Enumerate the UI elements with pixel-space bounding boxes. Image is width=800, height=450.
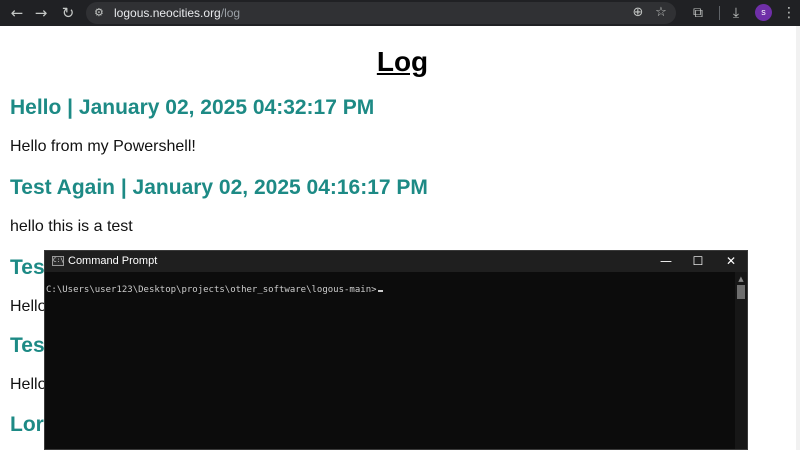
entry-body: Hello: [10, 376, 47, 393]
scroll-thumb[interactable]: [737, 285, 745, 299]
terminal-icon: C:\: [52, 256, 64, 266]
cmd-console[interactable]: C:\Users\user123\Desktop\projects\other_…: [45, 272, 735, 449]
page-title: Log: [376, 46, 429, 77]
url-text[interactable]: logous.neocities.org/log: [114, 2, 240, 24]
back-button[interactable]: ←: [7, 3, 27, 23]
forward-button[interactable]: →: [31, 3, 51, 23]
download-icon[interactable]: ⤓: [726, 3, 746, 23]
entry-heading: Hello | January 02, 2025 04:32:17 PM: [10, 96, 375, 119]
site-info-icon[interactable]: ⚙: [94, 5, 108, 21]
extensions-icon[interactable]: ⧉: [688, 3, 708, 23]
profile-avatar[interactable]: s: [755, 4, 772, 21]
entry-body: hello this is a test: [10, 218, 133, 235]
entry-heading: Tes: [10, 256, 45, 279]
menu-icon[interactable]: ⋮: [779, 3, 799, 23]
cmd-prompt: C:\Users\user123\Desktop\projects\other_…: [46, 285, 377, 295]
zoom-icon[interactable]: ⊕: [630, 5, 646, 21]
page-scrollbar[interactable]: [796, 26, 800, 450]
text-cursor: [377, 290, 383, 292]
url-path: /log: [220, 6, 241, 20]
maximize-button[interactable]: ☐: [682, 251, 714, 272]
command-prompt-window[interactable]: C:\ Command Prompt — ☐ ✕ C:\Users\user12…: [44, 250, 748, 450]
toolbar-divider: [719, 6, 720, 20]
url-host: logous.neocities.org: [114, 6, 221, 20]
entry-body: Hello: [10, 298, 47, 315]
entry-heading: Tes: [10, 334, 45, 357]
reload-button[interactable]: ↻: [58, 3, 78, 23]
scroll-up-arrow-icon[interactable]: ▲: [735, 275, 747, 283]
entry-heading: Lor: [10, 413, 44, 436]
entry-body: Hello from my Powershell!: [10, 138, 196, 155]
entry-heading: Test Again | January 02, 2025 04:16:17 P…: [10, 176, 428, 199]
cmd-title: Command Prompt: [68, 255, 158, 267]
cmd-titlebar[interactable]: C:\ Command Prompt — ☐ ✕: [45, 251, 747, 272]
browser-toolbar: ← → ↻ ⚙ logous.neocities.org/log ⊕ ☆ ⧉ ⤓…: [0, 0, 800, 26]
minimize-button[interactable]: —: [650, 251, 682, 272]
address-bar[interactable]: ⚙ logous.neocities.org/log ⊕ ☆: [86, 2, 676, 24]
bookmark-star-icon[interactable]: ☆: [653, 5, 669, 21]
cmd-prompt-line[interactable]: C:\Users\user123\Desktop\projects\other_…: [46, 285, 383, 295]
cmd-scrollbar[interactable]: ▲: [735, 272, 747, 449]
close-button[interactable]: ✕: [715, 251, 747, 272]
